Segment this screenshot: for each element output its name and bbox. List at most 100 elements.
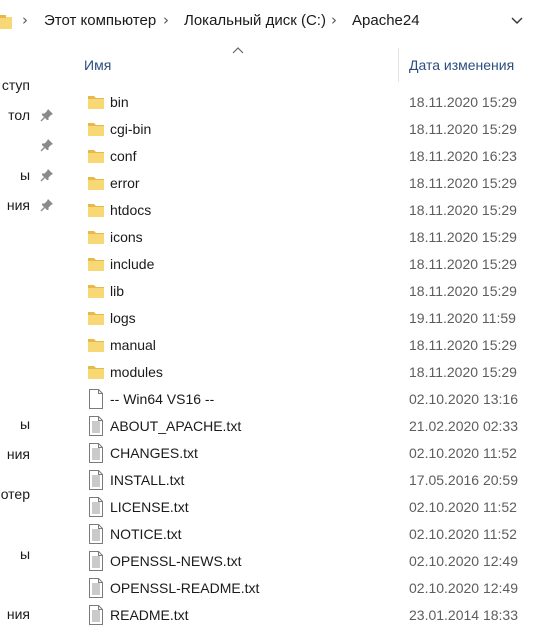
text-file-icon: [87, 443, 105, 463]
file-date-modified: 18.11.2020 15:29: [409, 229, 517, 245]
nav-item-label: ния: [6, 446, 30, 462]
text-file-icon: [87, 416, 105, 436]
file-date-modified: 17.05.2016 20:59: [409, 472, 518, 488]
folder-icon: [87, 227, 105, 247]
pin-icon[interactable]: [40, 108, 54, 122]
file-date-modified: 02.10.2020 11:52: [409, 526, 517, 542]
nav-item[interactable]: ы: [0, 546, 30, 564]
file-name: README.txt: [110, 607, 189, 623]
sort-ascending-icon: [232, 47, 244, 54]
file-name: ABOUT_APACHE.txt: [110, 418, 242, 434]
column-header-date-modified[interactable]: Дата изменения: [409, 57, 514, 73]
pin-icon[interactable]: [40, 168, 54, 182]
file-date-modified: 19.11.2020 11:59: [409, 310, 516, 326]
file-date-modified: 21.02.2020 02:33: [409, 418, 518, 434]
file-date-modified: 18.11.2020 15:29: [409, 121, 517, 137]
folder-icon: [87, 335, 105, 355]
folder-row[interactable]: conf 18.11.2020 16:23: [80, 143, 541, 170]
file-name: INSTALL.txt: [110, 472, 185, 488]
nav-item-label: ы: [19, 167, 30, 183]
file-row[interactable]: NOTICE.txt 02.10.2020 11:52: [80, 521, 541, 548]
file-row[interactable]: INSTALL.txt 17.05.2016 20:59: [80, 467, 541, 494]
folder-icon: [87, 308, 105, 328]
address-bar[interactable]: › Этот компьютер › Локальный диск (C:) ›…: [0, 0, 541, 44]
folder-row[interactable]: lib 18.11.2020 15:29: [80, 278, 541, 305]
file-row[interactable]: OPENSSL-README.txt 02.10.2020 12:49: [80, 575, 541, 602]
nav-item[interactable]: [0, 137, 30, 155]
nav-item[interactable]: ния: [0, 197, 30, 215]
nav-item[interactable]: ступ: [0, 77, 30, 95]
folder-row[interactable]: logs 19.11.2020 11:59: [80, 305, 541, 332]
breadcrumb-separator: ›: [331, 11, 337, 29]
file-name: modules: [110, 364, 163, 380]
folder-row[interactable]: modules 18.11.2020 15:29: [80, 359, 541, 386]
breadcrumb-local-disk[interactable]: Локальный диск (C:): [184, 12, 326, 29]
text-file-icon: [87, 551, 105, 571]
file-date-modified: 02.10.2020 13:16: [409, 391, 518, 407]
file-date-modified: 02.10.2020 11:52: [409, 445, 517, 461]
breadcrumb-this-pc[interactable]: Этот компьютер: [44, 12, 156, 29]
file-name: OPENSSL-README.txt: [110, 580, 260, 596]
file-date-modified: 18.11.2020 15:29: [409, 283, 517, 299]
nav-item[interactable]: ния: [0, 446, 30, 464]
file-name: conf: [110, 148, 137, 164]
file-name: NOTICE.txt: [110, 526, 182, 542]
file-name: icons: [110, 229, 143, 245]
nav-item-label: ы: [19, 546, 30, 562]
file-row[interactable]: LICENSE.txt 02.10.2020 11:52: [80, 494, 541, 521]
file-date-modified: 18.11.2020 15:29: [409, 202, 517, 218]
file-row[interactable]: OPENSSL-NEWS.txt 02.10.2020 12:49: [80, 548, 541, 575]
file-row[interactable]: README.txt 23.01.2014 18:33: [80, 602, 541, 629]
nav-item-label: отер: [0, 486, 30, 502]
breadcrumb-separator: ›: [163, 11, 169, 29]
file-date-modified: 18.11.2020 15:29: [409, 337, 517, 353]
file-name: logs: [110, 310, 136, 326]
file-row[interactable]: CHANGES.txt 02.10.2020 11:52: [80, 440, 541, 467]
chevron-down-icon[interactable]: [509, 14, 525, 28]
nav-item[interactable]: ния: [0, 606, 30, 624]
folder-row[interactable]: include 18.11.2020 15:29: [80, 251, 541, 278]
column-header-name[interactable]: Имя: [84, 57, 111, 73]
file-name: lib: [110, 283, 125, 299]
breadcrumb-separator: ›: [22, 11, 28, 29]
text-file-icon: [87, 605, 105, 625]
nav-item[interactable]: ы: [0, 167, 30, 185]
folder-row[interactable]: error 18.11.2020 15:29: [80, 170, 541, 197]
file-row[interactable]: -- Win64 VS16 -- 02.10.2020 13:16: [80, 386, 541, 413]
breadcrumb-apache24[interactable]: Apache24: [352, 12, 420, 29]
pin-icon[interactable]: [40, 138, 54, 152]
file-name: OPENSSL-NEWS.txt: [110, 553, 242, 569]
nav-item-label: ступ: [1, 77, 30, 93]
folder-row[interactable]: icons 18.11.2020 15:29: [80, 224, 541, 251]
file-date-modified: 18.11.2020 15:29: [409, 256, 517, 272]
nav-item-label: ния: [6, 606, 30, 622]
folder-row[interactable]: htdocs 18.11.2020 15:29: [80, 197, 541, 224]
file-name: manual: [110, 337, 156, 353]
folder-icon: [87, 200, 105, 220]
folder-row[interactable]: cgi-bin 18.11.2020 15:29: [80, 116, 541, 143]
file-name: error: [110, 175, 140, 191]
nav-item[interactable]: отер: [0, 486, 30, 504]
folder-icon: [0, 15, 12, 29]
folder-icon: [87, 119, 105, 139]
file-date-modified: 18.11.2020 16:23: [409, 148, 517, 164]
blank-file-icon: [87, 389, 105, 409]
file-name: cgi-bin: [110, 121, 152, 137]
nav-item[interactable]: ы: [0, 416, 30, 434]
file-row[interactable]: ABOUT_APACHE.txt 21.02.2020 02:33: [80, 413, 541, 440]
nav-item[interactable]: тол: [0, 107, 30, 125]
file-name: htdocs: [110, 202, 152, 218]
column-divider[interactable]: [398, 48, 399, 82]
text-file-icon: [87, 497, 105, 517]
file-date-modified: 18.11.2020 15:29: [409, 364, 517, 380]
folder-icon: [87, 173, 105, 193]
nav-item-label: тол: [8, 107, 30, 123]
text-file-icon: [87, 578, 105, 598]
folder-icon: [87, 362, 105, 382]
folder-row[interactable]: manual 18.11.2020 15:29: [80, 332, 541, 359]
nav-item-label: ы: [19, 416, 30, 432]
text-file-icon: [87, 524, 105, 544]
folder-row[interactable]: bin 18.11.2020 15:29: [80, 89, 541, 116]
file-date-modified: 02.10.2020 11:52: [409, 499, 517, 515]
pin-icon[interactable]: [40, 198, 54, 212]
